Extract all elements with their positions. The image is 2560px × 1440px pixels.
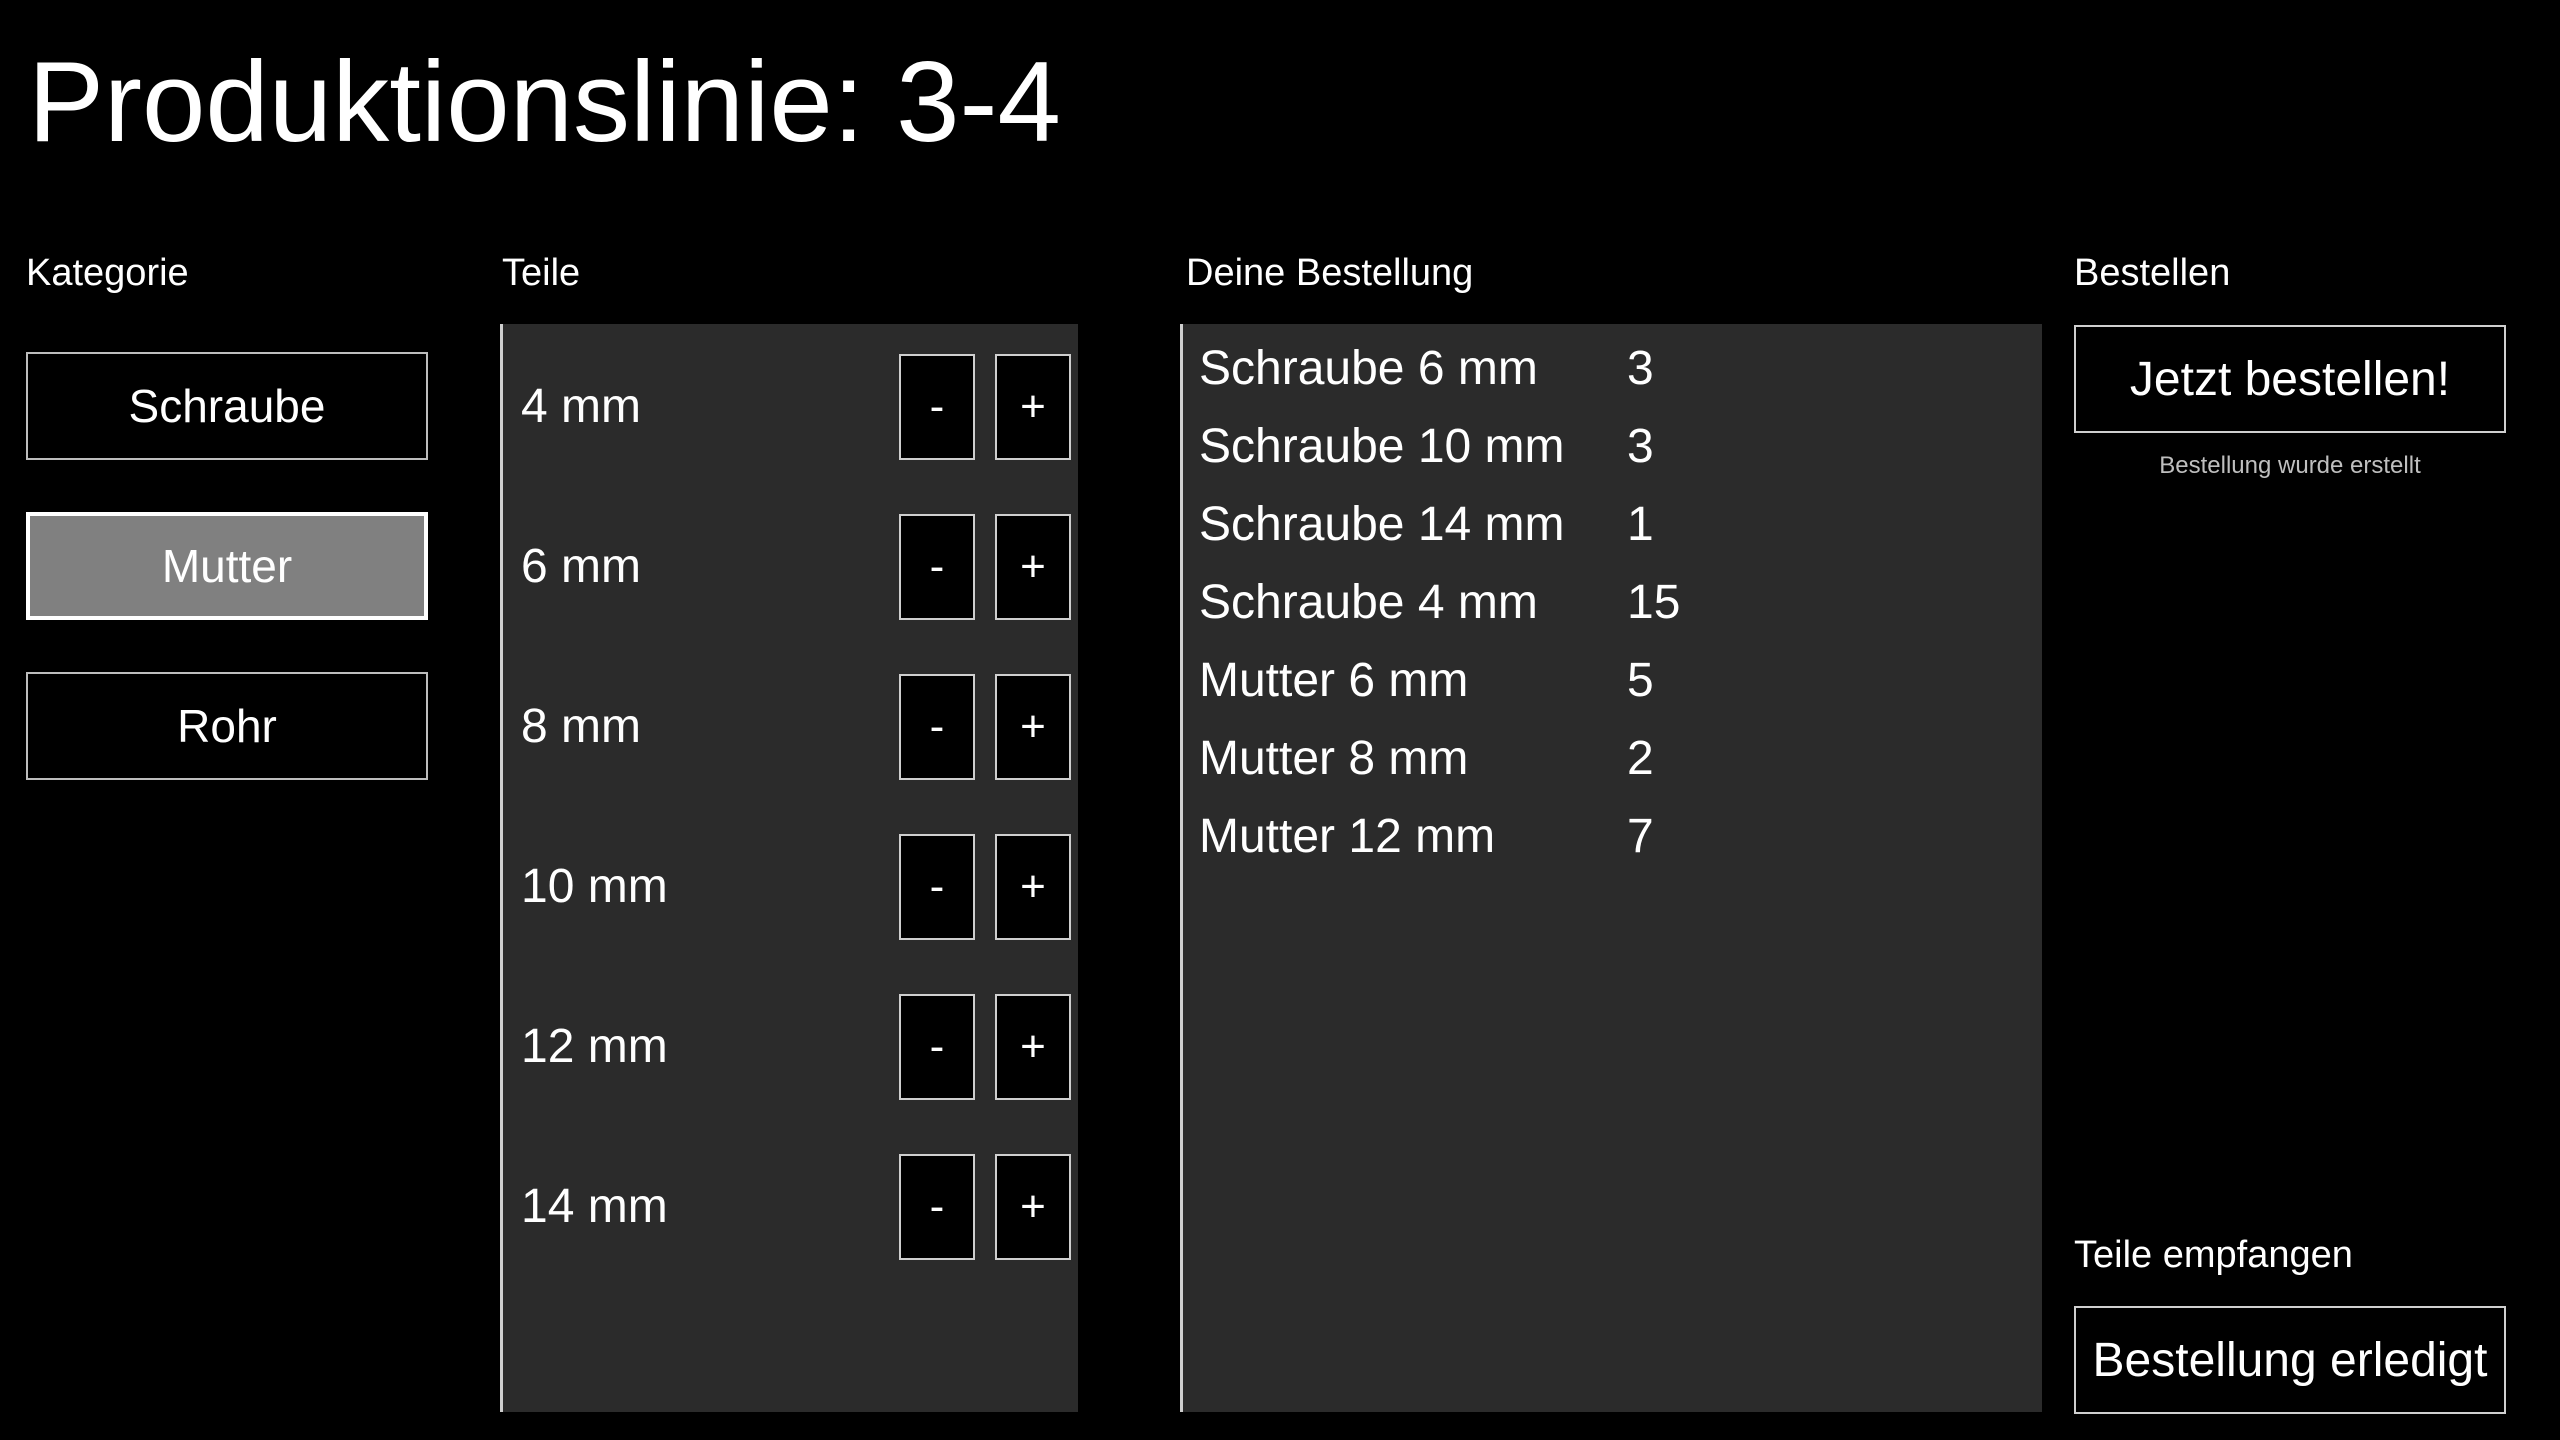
kategorie-label: Kategorie — [26, 252, 189, 294]
category-button-rohr[interactable]: Rohr — [26, 672, 428, 780]
increment-button[interactable]: + — [995, 514, 1071, 620]
part-label: 6 mm — [521, 539, 641, 593]
increment-button[interactable]: + — [995, 674, 1071, 780]
part-row-12mm: 12 mm - + — [503, 992, 1081, 1100]
increment-button[interactable]: + — [995, 994, 1071, 1100]
order-complete-button-label: Bestellung erledigt — [2092, 1333, 2488, 1387]
order-item-name: Mutter 12 mm — [1199, 810, 1496, 863]
page-title: Produktionslinie: 3-4 — [28, 39, 1061, 166]
order-item: Mutter 8 mm 2 — [1199, 724, 2019, 794]
part-label: 12 mm — [521, 1019, 668, 1073]
decrement-button[interactable]: - — [899, 834, 975, 940]
part-row-8mm: 8 mm - + — [503, 672, 1081, 780]
bestellen-label: Bestellen — [2074, 252, 2231, 294]
part-row-4mm: 4 mm - + — [503, 352, 1081, 460]
teile-empfangen-label: Teile empfangen — [2074, 1234, 2353, 1276]
category-button-label: Schraube — [128, 380, 326, 432]
order-item: Schraube 4 mm 15 — [1199, 568, 2019, 638]
part-label: 4 mm — [521, 379, 641, 433]
decrement-button[interactable]: - — [899, 514, 975, 620]
order-item: Schraube 6 mm 3 — [1199, 334, 2019, 404]
order-item-quantity: 3 — [1627, 342, 1654, 395]
part-label: 14 mm — [521, 1179, 668, 1233]
order-item-quantity: 3 — [1627, 420, 1654, 473]
order-item-name: Schraube 10 mm — [1199, 420, 1565, 473]
category-button-label: Mutter — [161, 540, 293, 592]
order-item-quantity: 7 — [1627, 810, 1654, 863]
order-item: Schraube 14 mm 1 — [1199, 490, 2019, 560]
increment-button[interactable]: + — [995, 1154, 1071, 1260]
category-button-label: Rohr — [177, 700, 277, 752]
decrement-button[interactable]: - — [899, 1154, 975, 1260]
decrement-button[interactable]: - — [899, 354, 975, 460]
part-row-14mm: 14 mm - + — [503, 1152, 1081, 1260]
order-item: Mutter 6 mm 5 — [1199, 646, 2019, 716]
order-status-message: Bestellung wurde erstellt — [2159, 452, 2421, 479]
decrement-button[interactable]: - — [899, 674, 975, 780]
teile-label: Teile — [502, 252, 581, 294]
increment-button[interactable]: + — [995, 354, 1071, 460]
order-item-quantity: 1 — [1627, 498, 1654, 551]
bestellung-label: Deine Bestellung — [1186, 252, 1474, 294]
order-item-quantity: 5 — [1627, 654, 1654, 707]
parts-panel: 4 mm - + 6 mm - + 8 mm - + 10 mm - + 12 … — [500, 324, 1078, 1412]
order-item-name: Schraube 6 mm — [1199, 342, 1538, 395]
order-item-quantity: 15 — [1627, 576, 1681, 629]
part-row-6mm: 6 mm - + — [503, 512, 1081, 620]
order-now-button-label: Jetzt bestellen! — [2129, 352, 2451, 406]
increment-button[interactable]: + — [995, 834, 1071, 940]
order-item-name: Schraube 14 mm — [1199, 498, 1565, 551]
order-item: Schraube 10 mm 3 — [1199, 412, 2019, 482]
order-item: Mutter 12 mm 7 — [1199, 802, 2019, 872]
part-label: 8 mm — [521, 699, 641, 753]
order-list: Schraube 6 mm 3 Schraube 10 mm 3 Schraub… — [1180, 324, 2042, 1412]
part-label: 10 mm — [521, 859, 668, 913]
order-complete-button[interactable]: Bestellung erledigt — [2074, 1306, 2506, 1414]
order-now-button[interactable]: Jetzt bestellen! — [2074, 325, 2506, 433]
order-item-quantity: 2 — [1627, 732, 1654, 785]
category-button-schraube[interactable]: Schraube — [26, 352, 428, 460]
part-row-10mm: 10 mm - + — [503, 832, 1081, 940]
decrement-button[interactable]: - — [899, 994, 975, 1100]
order-item-name: Schraube 4 mm — [1199, 576, 1538, 629]
order-item-name: Mutter 6 mm — [1199, 654, 1469, 707]
category-button-mutter[interactable]: Mutter — [26, 512, 428, 620]
order-item-name: Mutter 8 mm — [1199, 732, 1469, 785]
